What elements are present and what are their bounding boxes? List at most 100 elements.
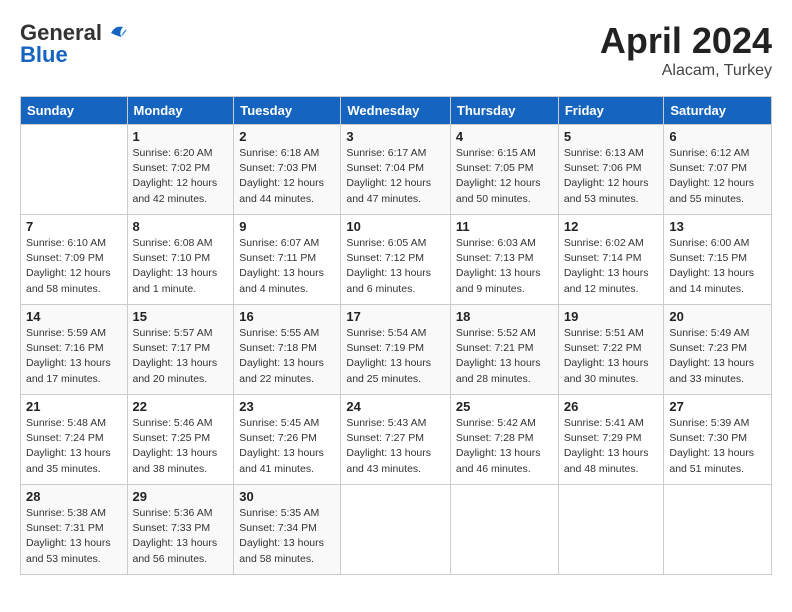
calendar-cell	[21, 125, 128, 215]
calendar-cell: 21 Sunrise: 5:48 AMSunset: 7:24 PMDayligh…	[21, 395, 128, 485]
day-info: Sunrise: 6:15 AMSunset: 7:05 PMDaylight:…	[456, 146, 553, 207]
calendar-week-row: 1 Sunrise: 6:20 AMSunset: 7:02 PMDaylight…	[21, 125, 772, 215]
calendar-body: 1 Sunrise: 6:20 AMSunset: 7:02 PMDaylight…	[21, 125, 772, 575]
day-number: 30	[239, 489, 335, 504]
day-number: 8	[133, 219, 229, 234]
day-number: 17	[346, 309, 445, 324]
calendar-week-row: 14 Sunrise: 5:59 AMSunset: 7:16 PMDayligh…	[21, 305, 772, 395]
logo: General Blue	[20, 20, 127, 68]
day-number: 20	[669, 309, 766, 324]
calendar-cell: 15Sunrise: 5:57 AMSunset: 7:17 PMDayligh…	[127, 305, 234, 395]
day-info: Sunrise: 5:51 AMSunset: 7:22 PMDaylight:…	[564, 326, 659, 387]
day-number: 10	[346, 219, 445, 234]
month-title: April 2024	[600, 20, 772, 62]
day-info: Sunrise: 5:43 AMSunset: 7:27 PMDaylight:…	[346, 416, 445, 477]
page-header: General Blue April 2024 Alacam, Turkey	[20, 20, 772, 80]
day-number: 1	[133, 129, 229, 144]
header-saturday: Saturday	[664, 97, 772, 125]
calendar-cell: 11Sunrise: 6:03 AMSunset: 7:13 PMDayligh…	[450, 215, 558, 305]
calendar-cell: 23 Sunrise: 5:45 AMSunset: 7:26 PMDayligh…	[234, 395, 341, 485]
day-info: Sunrise: 6:08 AMSunset: 7:10 PMDaylight:…	[133, 236, 229, 297]
day-number: 2	[239, 129, 335, 144]
day-info: Sunrise: 5:52 AMSunset: 7:21 PMDaylight:…	[456, 326, 553, 387]
header-wednesday: Wednesday	[341, 97, 451, 125]
day-number: 14	[26, 309, 122, 324]
day-info: Sunrise: 5:46 AMSunset: 7:25 PMDaylight:…	[133, 416, 229, 477]
calendar-cell: 7Sunrise: 6:10 AMSunset: 7:09 PMDaylight…	[21, 215, 128, 305]
day-number: 12	[564, 219, 659, 234]
day-number: 26	[564, 399, 659, 414]
header-monday: Monday	[127, 97, 234, 125]
header-thursday: Thursday	[450, 97, 558, 125]
day-info: Sunrise: 5:54 AMSunset: 7:19 PMDaylight:…	[346, 326, 445, 387]
day-info: Sunrise: 5:42 AMSunset: 7:28 PMDaylight:…	[456, 416, 553, 477]
calendar-cell: 1 Sunrise: 6:20 AMSunset: 7:02 PMDaylight…	[127, 125, 234, 215]
day-info: Sunrise: 5:55 AMSunset: 7:18 PMDaylight:…	[239, 326, 335, 387]
calendar-cell: 24 Sunrise: 5:43 AMSunset: 7:27 PMDayligh…	[341, 395, 451, 485]
header-row: Sunday Monday Tuesday Wednesday Thursday…	[21, 97, 772, 125]
day-number: 28	[26, 489, 122, 504]
calendar-cell: 4Sunrise: 6:15 AMSunset: 7:05 PMDaylight…	[450, 125, 558, 215]
day-info: Sunrise: 5:39 AMSunset: 7:30 PMDaylight:…	[669, 416, 766, 477]
header-tuesday: Tuesday	[234, 97, 341, 125]
day-info: Sunrise: 5:45 AMSunset: 7:26 PMDaylight:…	[239, 416, 335, 477]
calendar-cell: 20Sunrise: 5:49 AMSunset: 7:23 PMDayligh…	[664, 305, 772, 395]
calendar-cell: 3Sunrise: 6:17 AMSunset: 7:04 PMDaylight…	[341, 125, 451, 215]
day-number: 13	[669, 219, 766, 234]
day-number: 22	[133, 399, 229, 414]
title-block: April 2024 Alacam, Turkey	[600, 20, 772, 80]
day-number: 9	[239, 219, 335, 234]
calendar-cell: 26 Sunrise: 5:41 AMSunset: 7:29 PMDayligh…	[558, 395, 664, 485]
calendar-week-row: 7Sunrise: 6:10 AMSunset: 7:09 PMDaylight…	[21, 215, 772, 305]
calendar-cell: 2Sunrise: 6:18 AMSunset: 7:03 PMDaylight…	[234, 125, 341, 215]
calendar-cell: 18 Sunrise: 5:52 AMSunset: 7:21 PMDayligh…	[450, 305, 558, 395]
calendar-cell: 16 Sunrise: 5:55 AMSunset: 7:18 PMDayligh…	[234, 305, 341, 395]
day-info: Sunrise: 5:38 AMSunset: 7:31 PMDaylight:…	[26, 506, 122, 567]
header-friday: Friday	[558, 97, 664, 125]
calendar-cell: 10Sunrise: 6:05 AMSunset: 7:12 PMDayligh…	[341, 215, 451, 305]
day-info: Sunrise: 6:02 AMSunset: 7:14 PMDaylight:…	[564, 236, 659, 297]
calendar-cell: 19 Sunrise: 5:51 AMSunset: 7:22 PMDayligh…	[558, 305, 664, 395]
calendar-cell: 6Sunrise: 6:12 AMSunset: 7:07 PMDaylight…	[664, 125, 772, 215]
day-number: 19	[564, 309, 659, 324]
location: Alacam, Turkey	[600, 62, 772, 80]
calendar-cell: 5Sunrise: 6:13 AMSunset: 7:06 PMDaylight…	[558, 125, 664, 215]
calendar-cell: 27Sunrise: 5:39 AMSunset: 7:30 PMDayligh…	[664, 395, 772, 485]
calendar-cell	[664, 485, 772, 575]
calendar-cell	[341, 485, 451, 575]
calendar-header: Sunday Monday Tuesday Wednesday Thursday…	[21, 97, 772, 125]
day-info: Sunrise: 6:10 AMSunset: 7:09 PMDaylight:…	[26, 236, 122, 297]
day-number: 18	[456, 309, 553, 324]
calendar-cell: 14 Sunrise: 5:59 AMSunset: 7:16 PMDayligh…	[21, 305, 128, 395]
day-info: Sunrise: 6:07 AMSunset: 7:11 PMDaylight:…	[239, 236, 335, 297]
calendar-cell: 29 Sunrise: 5:36 AMSunset: 7:33 PMDayligh…	[127, 485, 234, 575]
day-info: Sunrise: 5:41 AMSunset: 7:29 PMDaylight:…	[564, 416, 659, 477]
calendar-cell: 30 Sunrise: 5:35 AMSunset: 7:34 PMDayligh…	[234, 485, 341, 575]
day-info: Sunrise: 5:48 AMSunset: 7:24 PMDaylight:…	[26, 416, 122, 477]
calendar-table: Sunday Monday Tuesday Wednesday Thursday…	[20, 96, 772, 575]
day-number: 6	[669, 129, 766, 144]
day-number: 11	[456, 219, 553, 234]
day-number: 16	[239, 309, 335, 324]
day-number: 23	[239, 399, 335, 414]
day-info: Sunrise: 6:20 AMSunset: 7:02 PMDaylight:…	[133, 146, 229, 207]
header-sunday: Sunday	[21, 97, 128, 125]
calendar-week-row: 28 Sunrise: 5:38 AMSunset: 7:31 PMDayligh…	[21, 485, 772, 575]
day-number: 25	[456, 399, 553, 414]
calendar-cell: 25 Sunrise: 5:42 AMSunset: 7:28 PMDayligh…	[450, 395, 558, 485]
logo-blue: Blue	[20, 42, 68, 68]
calendar-cell: 9 Sunrise: 6:07 AMSunset: 7:11 PMDaylight…	[234, 215, 341, 305]
day-info: Sunrise: 5:36 AMSunset: 7:33 PMDaylight:…	[133, 506, 229, 567]
day-info: Sunrise: 6:17 AMSunset: 7:04 PMDaylight:…	[346, 146, 445, 207]
day-number: 5	[564, 129, 659, 144]
calendar-cell: 13 Sunrise: 6:00 AMSunset: 7:15 PMDayligh…	[664, 215, 772, 305]
day-info: Sunrise: 5:35 AMSunset: 7:34 PMDaylight:…	[239, 506, 335, 567]
calendar-cell: 12 Sunrise: 6:02 AMSunset: 7:14 PMDayligh…	[558, 215, 664, 305]
day-info: Sunrise: 5:59 AMSunset: 7:16 PMDaylight:…	[26, 326, 122, 387]
calendar-cell	[450, 485, 558, 575]
day-number: 21	[26, 399, 122, 414]
day-info: Sunrise: 5:57 AMSunset: 7:17 PMDaylight:…	[133, 326, 229, 387]
day-number: 29	[133, 489, 229, 504]
day-info: Sunrise: 6:00 AMSunset: 7:15 PMDaylight:…	[669, 236, 766, 297]
day-number: 24	[346, 399, 445, 414]
